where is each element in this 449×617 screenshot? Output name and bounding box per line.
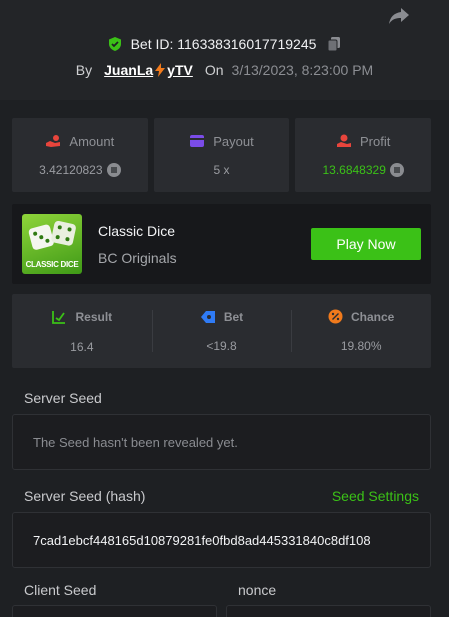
hand-coins-icon: [46, 135, 61, 147]
profit-stat: Profit 13.6848329: [295, 118, 432, 192]
nonce-field[interactable]: [226, 605, 431, 617]
nonce-label: nonce: [238, 582, 277, 598]
amount-stat: Amount 3.42120823: [12, 118, 148, 192]
client-seed-field[interactable]: [12, 605, 217, 617]
chance-value: 19.80%: [340, 339, 382, 353]
user-name-link[interactable]: JuanLa yTV: [104, 62, 193, 78]
play-now-button[interactable]: Play Now: [311, 228, 421, 260]
amount-label: Amount: [69, 133, 115, 149]
bet-cell: Bet <19.8: [151, 294, 292, 368]
bet-id-text: Bet ID: 116338316017719245: [130, 36, 317, 52]
client-seed-label: Client Seed: [24, 582, 97, 598]
lightning-icon: [155, 63, 166, 77]
server-seed-hash-label: Server Seed (hash): [24, 488, 146, 504]
chance-cell: Chance 19.80%: [291, 294, 431, 368]
server-seed-value: The Seed hasn't been revealed yet.: [33, 434, 238, 450]
game-thumbnail[interactable]: CLASSIC DICE: [22, 214, 82, 274]
share-arrow-icon: [389, 8, 409, 24]
server-seed-hash-field[interactable]: 7cad1ebcf448165d10879281fe0fbd8ad4453318…: [12, 512, 431, 568]
chance-label: Chance: [351, 309, 395, 324]
bet-label: Bet: [223, 309, 244, 324]
payout-stat: Payout 5 x: [153, 118, 290, 192]
profit-value: 13.6848329: [322, 162, 386, 177]
by-label: By: [75, 62, 93, 78]
stats-row: Amount 3.42120823 Payout 5 x Profit 13.6…: [12, 118, 432, 192]
on-label: On: [204, 62, 224, 78]
chart-check-icon: [52, 310, 66, 324]
dice-icon: [28, 220, 76, 250]
user-name-right: yTV: [167, 62, 193, 78]
bet-id-row: Bet ID: 116338316017719245: [0, 36, 449, 52]
share-button[interactable]: [387, 6, 411, 26]
profit-label: Profit: [360, 133, 391, 149]
result-value: 16.4: [70, 339, 94, 354]
game-card: CLASSIC DICE Classic Dice BC Originals P…: [12, 204, 431, 284]
game-provider: BC Originals: [98, 249, 177, 266]
tag-icon: [200, 310, 215, 323]
profit-hand-icon: [337, 134, 351, 147]
bet-date: 3/13/2023, 8:23:00 PM: [231, 62, 374, 78]
server-seed-hash-value: 7cad1ebcf448165d10879281fe0fbd8ad4453318…: [33, 532, 371, 548]
result-cell: Result 16.4: [12, 294, 152, 368]
seed-settings-link[interactable]: Seed Settings: [332, 488, 419, 504]
server-seed-field: The Seed hasn't been revealed yet.: [12, 414, 431, 470]
token-coin-icon: [389, 162, 404, 177]
game-thumb-label: CLASSIC DICE: [25, 260, 79, 269]
copy-icon[interactable]: [326, 36, 342, 52]
wallet-card-icon: [190, 135, 205, 147]
user-name-left: JuanLa: [104, 62, 154, 78]
result-label: Result: [75, 309, 113, 324]
amount-value: 3.42120823: [39, 162, 103, 177]
author-row: By JuanLa yTV On 3/13/2023, 8:23:00 PM: [0, 62, 449, 78]
token-coin-icon: [106, 162, 121, 177]
shield-check-icon: [107, 36, 123, 52]
payout-value: 5 x: [213, 162, 230, 177]
percent-icon: [328, 309, 343, 324]
payout-label: Payout: [213, 133, 254, 149]
bet-value: <19.8: [206, 338, 237, 353]
game-title: Classic Dice: [98, 222, 176, 239]
result-panel: Result 16.4 Bet <19.8 Chance 19.80%: [12, 294, 431, 368]
server-seed-label: Server Seed: [24, 390, 102, 406]
